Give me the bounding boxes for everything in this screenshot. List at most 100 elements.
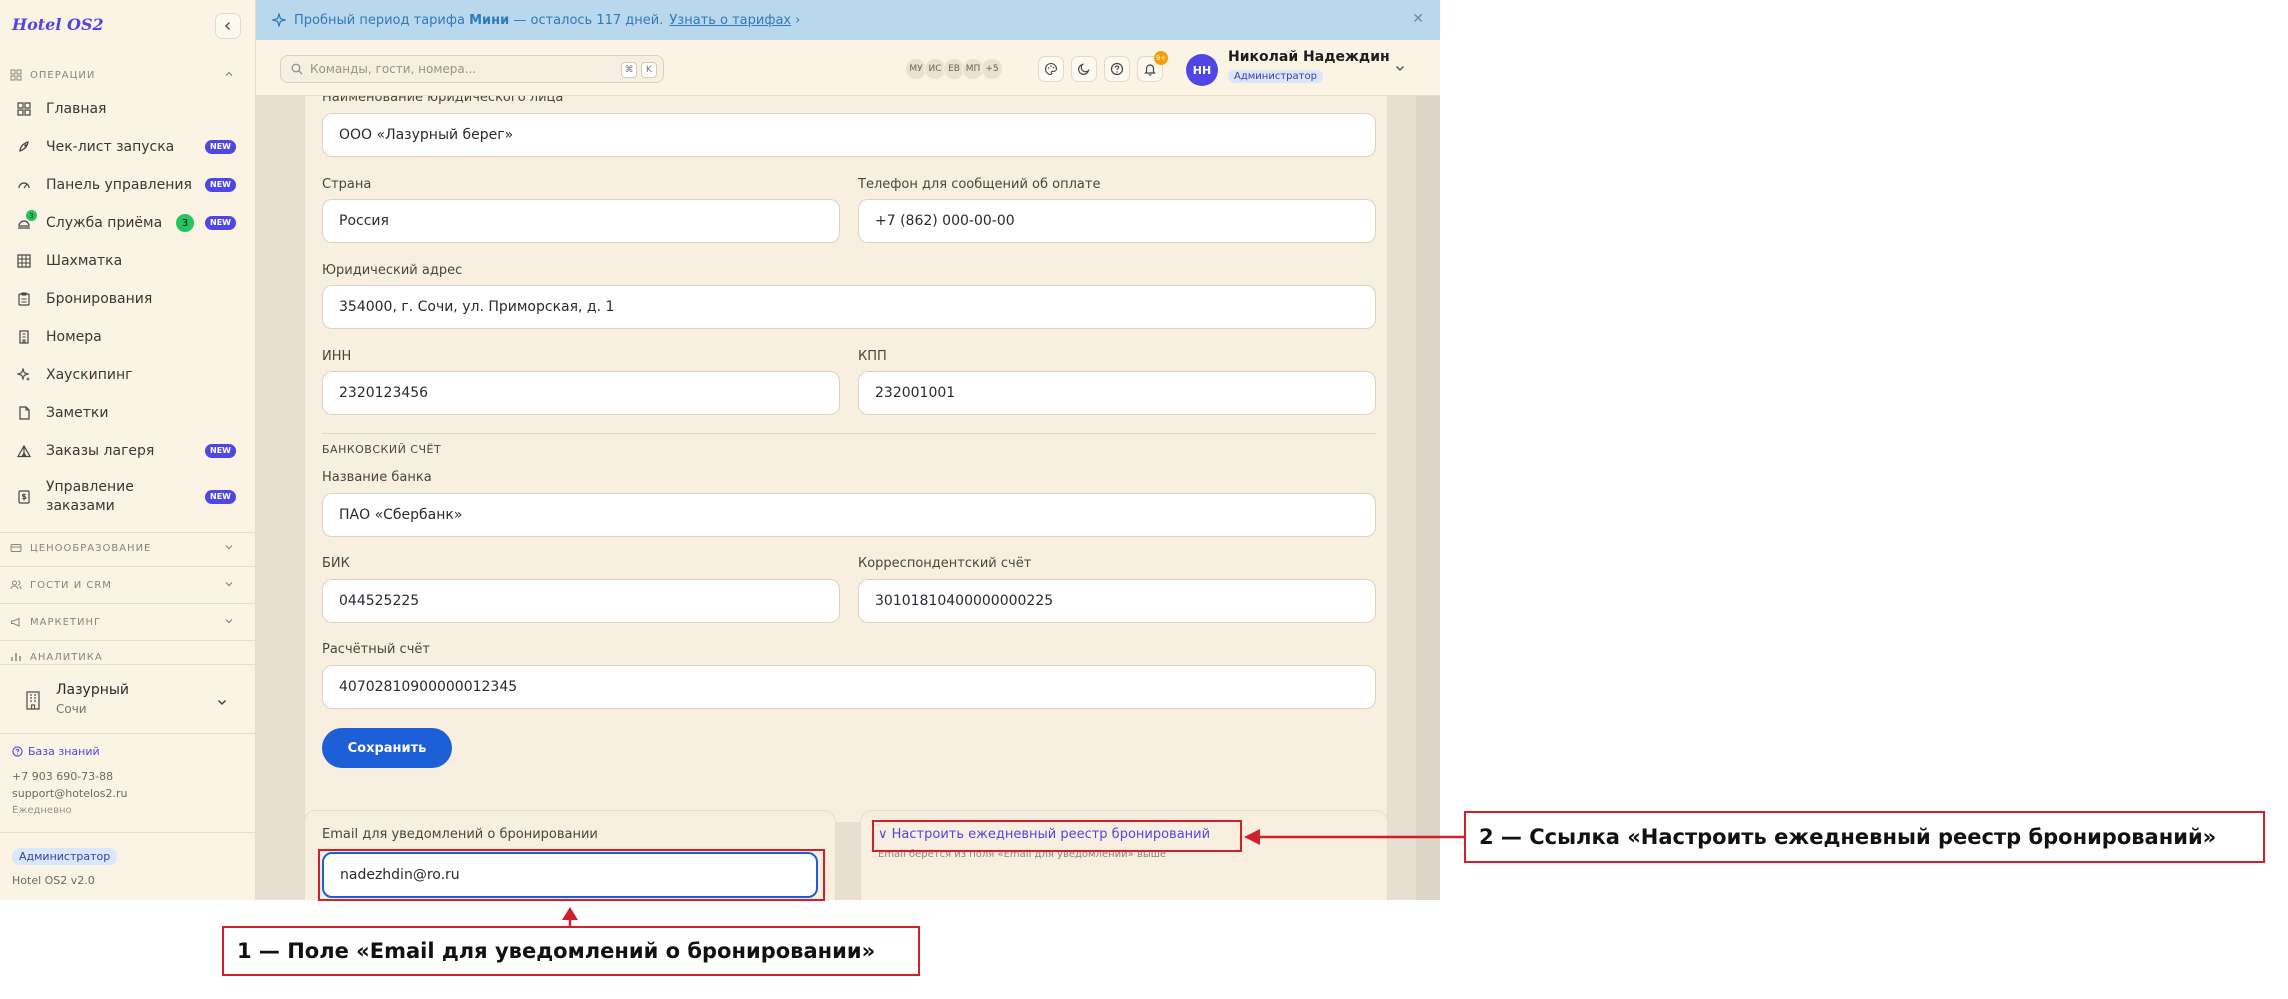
chevron-down-icon	[217, 699, 227, 706]
role-badge: Администратор	[12, 848, 118, 865]
legal-address-field[interactable]: 354000, г. Сочи, ул. Приморская, д. 1	[322, 285, 1376, 329]
section-operations[interactable]: ОПЕРАЦИИ	[10, 67, 242, 83]
building-icon	[14, 327, 34, 347]
save-button[interactable]: Сохранить	[322, 728, 452, 768]
inn-label: ИНН	[322, 349, 352, 364]
chevron-down-icon	[225, 545, 233, 550]
callout-1: 1 — Поле «Email для уведомлений о бронир…	[222, 926, 920, 976]
trial-banner: Пробный период тарифа Мини — осталось 11…	[256, 0, 1440, 40]
banner-prefix: Пробный период тарифа	[294, 12, 465, 28]
legal-name-field[interactable]: ООО «Лазурный берег»	[322, 113, 1376, 157]
credit-card-icon	[10, 544, 22, 552]
banner-plan: Мини	[469, 12, 510, 28]
payment-phone-label: Телефон для сообщений об оплате	[858, 177, 1101, 192]
sidebar-item-launch-checklist[interactable]: Чек-лист запуска NEW	[14, 132, 242, 162]
scrollbar-track[interactable]	[1416, 96, 1440, 900]
hotel-switcher[interactable]: Лазурный Сочи	[14, 680, 242, 722]
bank-section-title: БАНКОВСКИЙ СЧЁТ	[322, 443, 442, 456]
user-name[interactable]: Николай Надеждин	[1228, 49, 1390, 65]
dark-mode-button[interactable]	[1071, 56, 1097, 82]
close-icon[interactable]: ✕	[1412, 11, 1424, 27]
divider	[0, 832, 256, 833]
section-marketing[interactable]: МАРКЕТИНГ	[10, 614, 242, 630]
knowledge-base-link[interactable]: База знаний	[12, 745, 100, 758]
sidebar-item-home[interactable]: Главная	[14, 94, 242, 124]
divider	[322, 433, 1376, 434]
sidebar-item-housekeeping[interactable]: Хаускипинг	[14, 360, 242, 390]
megaphone-icon	[11, 617, 20, 627]
kpp-label: КПП	[858, 349, 887, 364]
chevron-down-icon	[225, 582, 233, 587]
online-users[interactable]: МУ ИС ЕВ МП +5	[905, 58, 1003, 80]
sidebar-item-camp-orders[interactable]: Заказы лагеря NEW	[14, 436, 242, 466]
settlement-account-field[interactable]: 40702810900000012345	[322, 665, 1376, 709]
divider	[0, 733, 256, 734]
search-icon	[291, 63, 303, 75]
table-grid-icon	[14, 251, 34, 271]
new-badge: NEW	[205, 216, 236, 230]
inn-field[interactable]: 2320123456	[322, 371, 840, 415]
sidebar-item-bookings[interactable]: Бронирования	[14, 284, 242, 314]
section-pricing[interactable]: ЦЕНООБРАЗОВАНИЕ	[10, 540, 242, 556]
payment-phone-field[interactable]: +7 (862) 000-00-00	[858, 199, 1376, 243]
legal-name-label: Наименование юридического лица	[322, 96, 564, 105]
sidebar-item-label: Бронирования	[46, 291, 153, 307]
theme-palette-button[interactable]	[1038, 56, 1064, 82]
sidebar-item-front-desk[interactable]: 3 Служба приёма 3 NEW	[14, 208, 242, 238]
sparkle-icon	[272, 13, 286, 27]
moon-icon	[1078, 63, 1090, 75]
sidebar-item-rooms[interactable]: Номера	[14, 322, 242, 352]
support-schedule: Ежедневно	[12, 805, 72, 816]
section-label: МАРКЕТИНГ	[30, 616, 102, 628]
support-email[interactable]: support@hotelos2.ru	[12, 787, 128, 800]
sidebar-item-chessboard[interactable]: Шахматка	[14, 246, 242, 276]
collapse-sidebar-button[interactable]	[215, 13, 241, 39]
bik-field[interactable]: 044525225	[322, 579, 840, 623]
notification-count: 9+	[1154, 51, 1168, 65]
sparkles-icon	[14, 365, 34, 385]
legal-address-label: Юридический адрес	[322, 263, 463, 278]
search-input[interactable]: Команды, гости, номера... ⌘ K	[280, 55, 664, 83]
sidebar-item-notes[interactable]: Заметки	[14, 398, 242, 428]
section-guests-crm[interactable]: ГОСТИ И CRM	[10, 577, 242, 593]
chevron-down-icon[interactable]	[1394, 62, 1406, 74]
section-analytics[interactable]: АНАЛИТИКА	[10, 651, 242, 663]
divider	[0, 566, 256, 567]
bell-icon	[1144, 64, 1156, 76]
icon-count-badge: 3	[26, 210, 37, 221]
sidebar-item-order-management[interactable]: Управление заказами NEW	[14, 476, 242, 518]
search-placeholder: Команды, гости, номера...	[310, 62, 477, 76]
user-avatar[interactable]: НН	[1186, 54, 1218, 86]
bell-service-icon: 3	[14, 210, 37, 233]
email-label: Email для уведомлений о бронировании	[322, 827, 598, 842]
bank-name-field[interactable]: ПАО «Сбербанк»	[322, 493, 1376, 537]
notifications-button[interactable]: 9+	[1137, 51, 1168, 82]
tent-icon	[14, 441, 34, 461]
chevron-right-icon: ›	[795, 12, 801, 28]
corr-account-field[interactable]: 30101810400000000225	[858, 579, 1376, 623]
chart-icon	[11, 653, 21, 661]
app-version: Hotel OS2 v2.0	[12, 874, 95, 887]
section-label: АНАЛИТИКА	[30, 651, 103, 663]
kpp-field[interactable]: 232001001	[858, 371, 1376, 415]
sidebar-item-control-panel[interactable]: Панель управления NEW	[14, 170, 242, 200]
country-label: Страна	[322, 177, 372, 192]
section-label: ГОСТИ И CRM	[30, 579, 112, 591]
help-circle-icon	[1110, 62, 1124, 76]
new-badge: NEW	[205, 490, 236, 504]
app-logo[interactable]: Hotel OS2	[12, 15, 104, 34]
sidebar-item-label: Хаускипинг	[46, 367, 133, 383]
pricing-link[interactable]: Узнать о тарифах	[669, 13, 791, 28]
sidebar-item-label: Шахматка	[46, 253, 123, 269]
sidebar-item-label: Служба приёма	[46, 215, 163, 231]
new-badge: NEW	[205, 140, 236, 154]
chevron-up-icon	[225, 71, 233, 76]
country-field[interactable]: Россия	[322, 199, 840, 243]
support-phone[interactable]: +7 903 690-73-88	[12, 770, 113, 783]
dashboard-icon	[14, 99, 34, 119]
sidebar-item-label: Управление заказами	[46, 478, 134, 516]
help-button[interactable]	[1104, 56, 1130, 82]
label-line-2: заказами	[46, 498, 115, 514]
callout-2: 2 — Ссылка «Настроить ежедневный реестр …	[1464, 811, 2265, 863]
sidebar-item-label: Панель управления	[46, 177, 192, 193]
